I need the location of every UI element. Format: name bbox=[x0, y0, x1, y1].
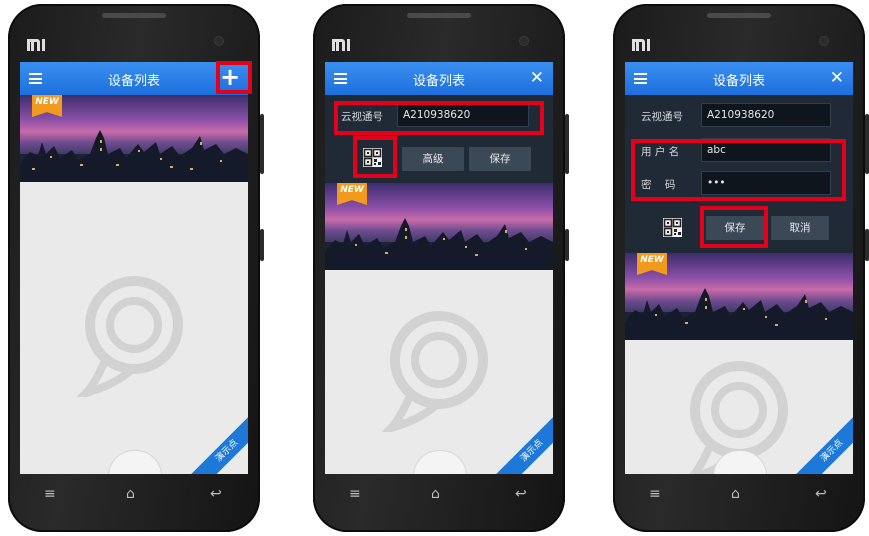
brand-logo bbox=[631, 36, 651, 56]
back-softkey-icon[interactable]: ↩ bbox=[210, 486, 222, 502]
city-skyline bbox=[625, 288, 853, 340]
phone-frame-3: 设备列表 ✕ 云视通号 A210938620 用 户 名 abc 密 码 •••… bbox=[613, 4, 869, 532]
demo-ribbon: 演示点 bbox=[188, 412, 248, 474]
softkey-bar: ≡ ⌂ ↩ bbox=[20, 482, 248, 512]
highlight-box bbox=[353, 136, 397, 178]
demo-ribbon: 演示点 bbox=[793, 412, 853, 474]
title-bar: 设备列表 + bbox=[20, 62, 248, 95]
home-softkey-icon[interactable]: ⌂ bbox=[731, 486, 740, 502]
cloud-id-label: 云视通号 bbox=[641, 111, 683, 123]
phone-frame-2: 设备列表 ✕ 云视通号 A210938620 高级 保存 NEW 演示点 ≡ ⌂… bbox=[313, 4, 569, 532]
app-screen: 设备列表 ✕ 云视通号 A210938620 用 户 名 abc 密 码 •••… bbox=[625, 62, 853, 474]
earpiece-speaker bbox=[407, 13, 471, 18]
new-badge: NEW bbox=[337, 183, 367, 205]
page-title: 设备列表 bbox=[712, 74, 765, 89]
title-bar: 设备列表 ✕ bbox=[325, 62, 553, 95]
cloud-id-input[interactable]: A210938620 bbox=[701, 103, 831, 127]
softkey-bar: ≡ ⌂ ↩ bbox=[625, 482, 853, 512]
side-button bbox=[565, 229, 569, 261]
app-screen: 设备列表 + NEW 演示点 bbox=[20, 62, 248, 474]
highlight-box bbox=[216, 61, 252, 94]
banner-image[interactable]: NEW bbox=[625, 253, 853, 340]
side-button bbox=[865, 229, 869, 261]
cancel-button[interactable]: 取消 bbox=[771, 216, 829, 240]
highlight-box bbox=[631, 139, 846, 201]
earpiece-speaker bbox=[707, 13, 771, 18]
home-softkey-icon[interactable]: ⌂ bbox=[126, 486, 135, 502]
earpiece-speaker bbox=[102, 13, 166, 18]
home-pill[interactable] bbox=[413, 450, 467, 474]
camera-placeholder-icon bbox=[76, 276, 183, 397]
title-bar: 设备列表 ✕ bbox=[625, 62, 853, 95]
close-icon[interactable]: ✕ bbox=[530, 68, 544, 88]
brand-logo bbox=[331, 36, 351, 56]
brand-logo bbox=[26, 36, 46, 56]
menu-softkey-icon[interactable]: ≡ bbox=[649, 486, 661, 502]
home-softkey-icon[interactable]: ⌂ bbox=[431, 486, 440, 502]
front-camera bbox=[519, 36, 529, 46]
side-button bbox=[565, 114, 569, 174]
side-button bbox=[865, 114, 869, 174]
highlight-box bbox=[334, 101, 544, 135]
side-button bbox=[260, 229, 264, 261]
softkey-bar: ≡ ⌂ ↩ bbox=[325, 482, 553, 512]
front-camera bbox=[819, 36, 829, 46]
side-button bbox=[260, 114, 264, 174]
demo-ribbon: 演示点 bbox=[493, 412, 553, 474]
menu-softkey-icon[interactable]: ≡ bbox=[44, 486, 56, 502]
city-skyline bbox=[325, 218, 553, 270]
back-softkey-icon[interactable]: ↩ bbox=[815, 486, 827, 502]
highlight-box bbox=[700, 206, 768, 248]
front-camera bbox=[214, 36, 224, 46]
page-title: 设备列表 bbox=[107, 74, 160, 89]
close-icon[interactable]: ✕ bbox=[830, 68, 844, 88]
menu-softkey-icon[interactable]: ≡ bbox=[349, 486, 361, 502]
page-title: 设备列表 bbox=[412, 74, 465, 89]
qr-scan-icon[interactable] bbox=[663, 218, 682, 237]
save-button[interactable]: 保存 bbox=[469, 147, 531, 171]
new-badge: NEW bbox=[637, 253, 667, 275]
city-skyline bbox=[20, 130, 248, 182]
camera-placeholder-icon bbox=[381, 311, 488, 432]
banner-image[interactable]: NEW bbox=[325, 183, 553, 270]
home-pill[interactable] bbox=[108, 450, 162, 474]
new-badge: NEW bbox=[32, 95, 62, 117]
back-softkey-icon[interactable]: ↩ bbox=[515, 486, 527, 502]
banner-image[interactable]: NEW bbox=[20, 95, 248, 182]
advanced-button[interactable]: 高级 bbox=[402, 147, 464, 171]
